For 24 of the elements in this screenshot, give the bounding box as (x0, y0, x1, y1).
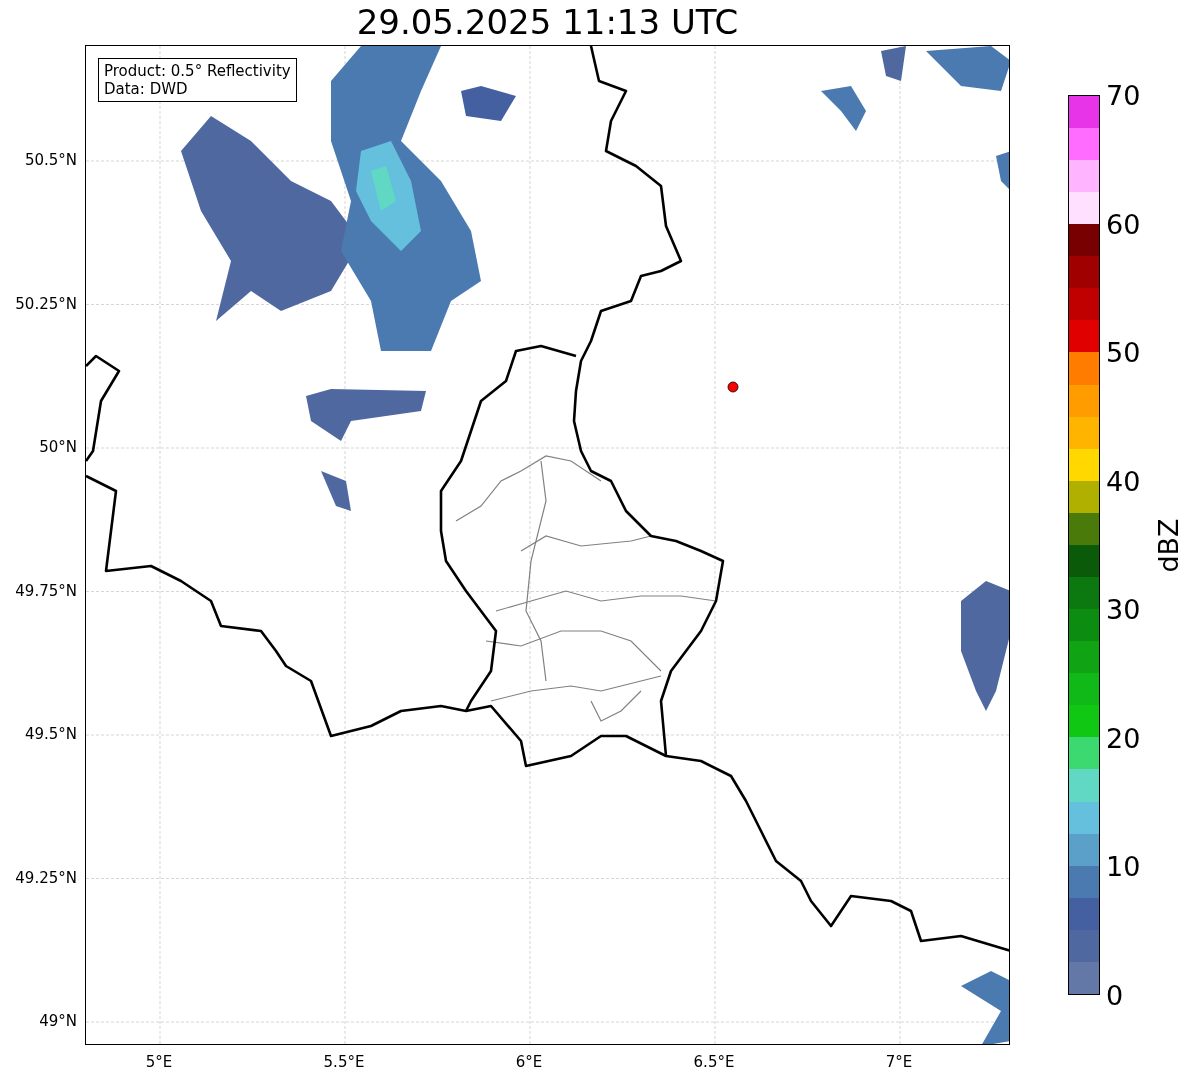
colorbar-tick-label: 60 (1106, 208, 1141, 240)
latitude-label: 49°N (39, 1012, 77, 1030)
latitude-label: 49.75°N (15, 581, 77, 600)
longitude-label: 6.5°E (693, 1053, 735, 1071)
latitude-label: 49.5°N (24, 725, 77, 743)
colorbar-tick-label: 10 (1106, 850, 1141, 882)
latitude-label: 50°N (39, 438, 77, 456)
colorbar-tick-label: 50 (1106, 336, 1141, 368)
colorbar-tick-label: 70 (1106, 79, 1141, 111)
legend-text: Product: 0.5° Reflectivity (104, 62, 291, 80)
longitude-label: 5°E (145, 1053, 173, 1071)
longitude-label: 6°E (515, 1053, 543, 1071)
colorbar-tick-label: 20 (1106, 722, 1141, 754)
chart-title: 29.05.2025 11:13 UTC (356, 2, 739, 42)
longitude-label: 7°E (885, 1053, 913, 1071)
colorbar-label: dBZ (1152, 517, 1184, 573)
latitude-label: 50.5°N (24, 151, 77, 169)
colorbar-tick-label: 30 (1106, 593, 1141, 625)
colorbar-tick-label: 40 (1106, 465, 1141, 497)
legend-text: Data: DWD (104, 80, 189, 98)
latitude-label: 50.25°N (15, 294, 77, 313)
colorbar-tick-label: 0 (1106, 979, 1124, 1011)
longitude-label: 5.5°E (323, 1053, 365, 1071)
latitude-label: 49.25°N (15, 868, 77, 887)
